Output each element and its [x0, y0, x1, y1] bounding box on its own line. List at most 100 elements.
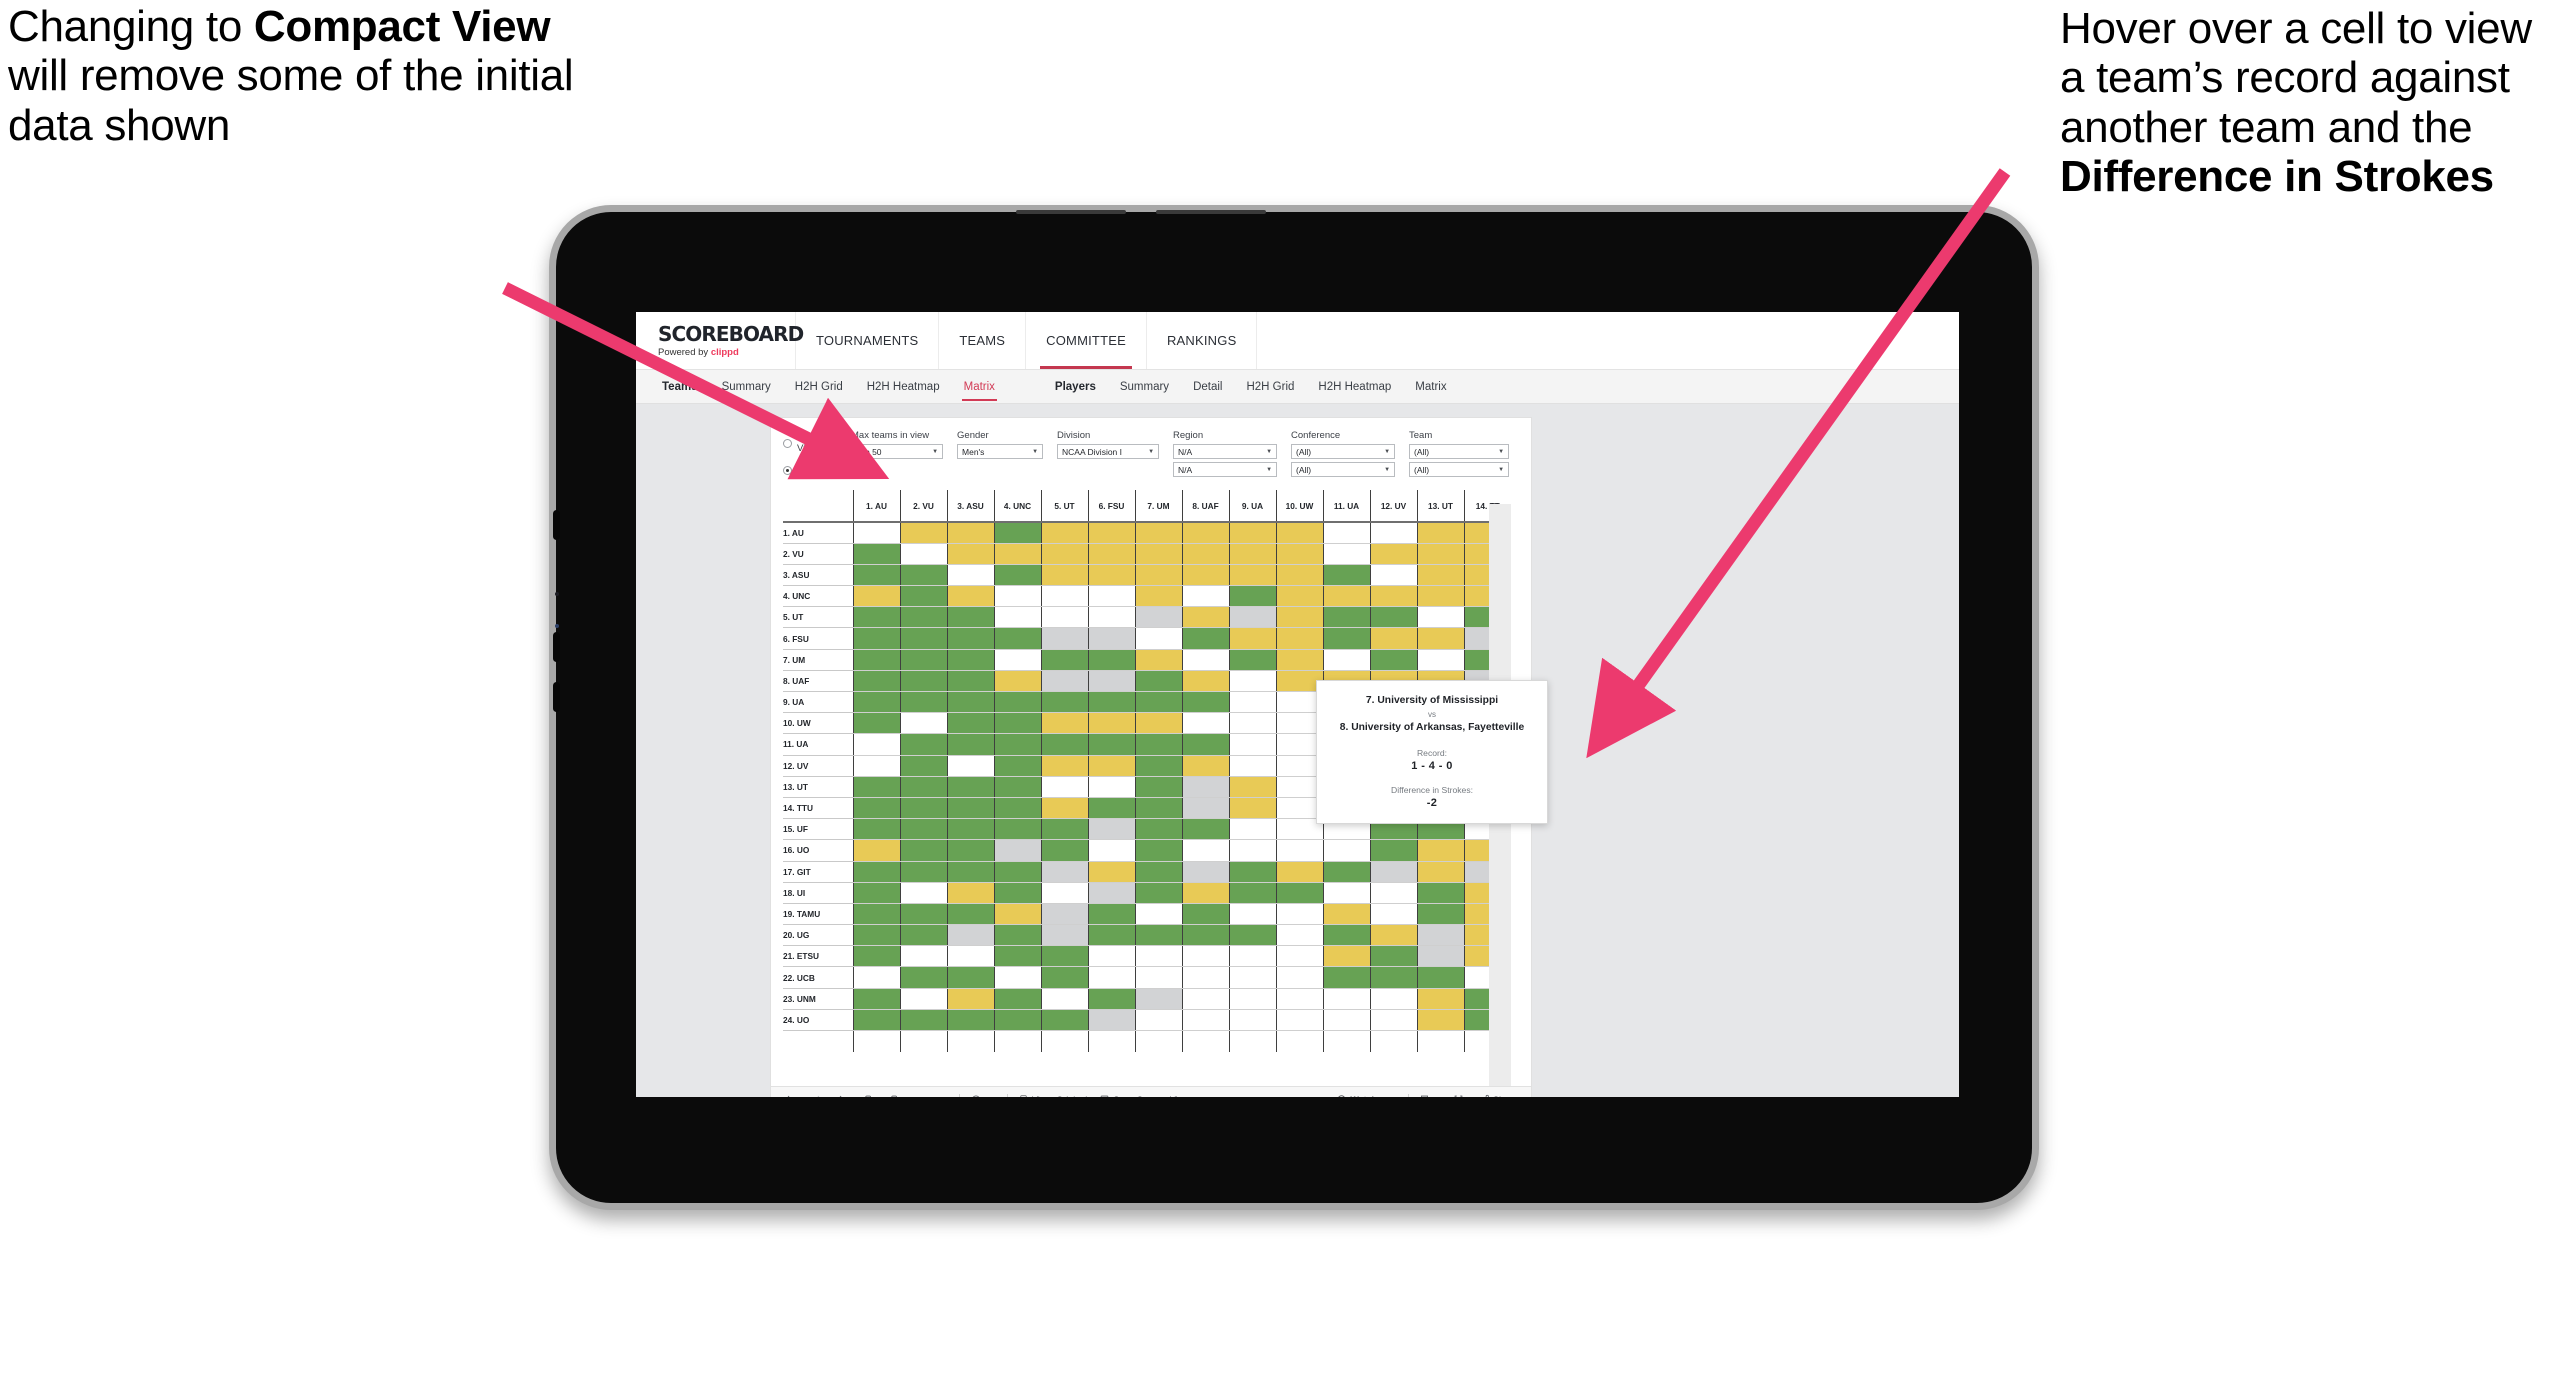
topnav-rankings[interactable]: RANKINGS — [1147, 312, 1258, 369]
matrix-cell[interactable] — [1181, 1009, 1229, 1032]
radio-full-view-icon[interactable] — [783, 438, 792, 448]
matrix-cell[interactable] — [1369, 1009, 1417, 1032]
matrix-cell[interactable] — [1369, 627, 1417, 650]
matrix-cell[interactable] — [899, 945, 947, 968]
matrix-cell[interactable] — [1275, 945, 1323, 968]
matrix-cell[interactable] — [946, 797, 994, 820]
pause-refresh-icon[interactable] — [863, 1094, 877, 1097]
matrix-cell[interactable] — [1275, 988, 1323, 1010]
subnav-teams-h2h-heatmap[interactable]: H2H Heatmap — [855, 381, 952, 393]
matrix-cell[interactable] — [899, 627, 947, 650]
matrix-cell[interactable] — [1228, 966, 1276, 989]
matrix-cell[interactable] — [1087, 649, 1135, 671]
fullscreen-button[interactable] — [1453, 1094, 1467, 1097]
matrix-cell[interactable] — [1228, 861, 1276, 883]
matrix-cell[interactable] — [1322, 966, 1370, 989]
matrix-cell[interactable] — [946, 585, 994, 608]
matrix-cell[interactable] — [1040, 797, 1088, 820]
matrix-cell[interactable] — [1134, 712, 1182, 735]
matrix-cell[interactable] — [946, 712, 994, 735]
matrix-cell[interactable] — [1040, 606, 1088, 629]
matrix-cell[interactable] — [1181, 966, 1229, 989]
matrix-cell[interactable] — [899, 733, 947, 756]
matrix-cell[interactable] — [1322, 945, 1370, 968]
device-layout-dropdown[interactable]: ▼ — [915, 1094, 937, 1098]
matrix-cell[interactable] — [1134, 627, 1182, 650]
matrix-cell[interactable] — [1134, 606, 1182, 629]
matrix-cell[interactable] — [1087, 945, 1135, 968]
matrix-cell[interactable] — [1228, 776, 1276, 798]
matrix-cell[interactable] — [946, 627, 994, 650]
matrix-cell[interactable] — [1228, 712, 1276, 735]
matrix-cell[interactable] — [1134, 903, 1182, 926]
matrix-cell[interactable] — [1040, 776, 1088, 798]
matrix-cell[interactable] — [1087, 966, 1135, 989]
matrix-cell[interactable] — [899, 966, 947, 989]
view-original-button[interactable]: View: Original — [1018, 1094, 1087, 1097]
matrix-cell[interactable] — [946, 839, 994, 862]
matrix-cell[interactable] — [1087, 839, 1135, 862]
matrix-cell[interactable] — [1322, 988, 1370, 1010]
matrix-cell[interactable] — [1040, 924, 1088, 947]
share-button[interactable]: Share — [1479, 1094, 1517, 1097]
matrix-cell[interactable] — [946, 649, 994, 671]
matrix-cell[interactable] — [852, 861, 900, 883]
matrix-cell[interactable] — [1040, 649, 1088, 671]
matrix-cell[interactable] — [899, 522, 947, 544]
matrix-cell[interactable] — [946, 543, 994, 565]
matrix-cell[interactable] — [1087, 712, 1135, 735]
matrix-cell[interactable] — [993, 797, 1041, 820]
matrix-cell[interactable] — [1228, 543, 1276, 565]
matrix-cell[interactable] — [993, 564, 1041, 587]
matrix-cell[interactable] — [946, 818, 994, 841]
matrix-cell[interactable] — [1181, 522, 1229, 544]
matrix-cell[interactable] — [1087, 733, 1135, 756]
matrix-cell[interactable] — [946, 691, 994, 714]
matrix-cell[interactable] — [899, 1009, 947, 1032]
matrix-cell[interactable] — [1040, 585, 1088, 608]
matrix-cell[interactable] — [1181, 924, 1229, 947]
matrix-cell[interactable] — [899, 712, 947, 735]
matrix-cell[interactable] — [1416, 585, 1464, 608]
matrix-cell[interactable] — [993, 755, 1041, 777]
matrix-cell[interactable] — [899, 903, 947, 926]
matrix-cell[interactable] — [1087, 543, 1135, 565]
matrix-cell[interactable] — [1040, 861, 1088, 883]
radio-compact-view-icon[interactable] — [783, 465, 792, 475]
matrix-cell[interactable] — [946, 988, 994, 1010]
subnav-teams-summary[interactable]: Summary — [710, 381, 783, 393]
matrix-cell[interactable] — [1040, 522, 1088, 544]
matrix-cell[interactable] — [946, 670, 994, 693]
matrix-cell[interactable] — [1040, 818, 1088, 841]
matrix-cell[interactable] — [1040, 988, 1088, 1010]
matrix-cell[interactable] — [993, 924, 1041, 947]
filter-gender-select[interactable]: Men's ▼ — [957, 444, 1044, 459]
matrix-cell[interactable] — [1369, 988, 1417, 1010]
matrix-cell[interactable] — [993, 861, 1041, 883]
matrix-cell[interactable] — [1040, 903, 1088, 926]
matrix-cell[interactable] — [1322, 564, 1370, 587]
matrix-cell[interactable] — [946, 903, 994, 926]
matrix-cell[interactable] — [1322, 522, 1370, 544]
matrix-cell[interactable] — [1040, 1009, 1088, 1032]
matrix-cell[interactable] — [1369, 882, 1417, 904]
matrix-cell[interactable] — [1416, 988, 1464, 1010]
matrix-cell[interactable] — [1181, 797, 1229, 820]
matrix-cell[interactable] — [1087, 776, 1135, 798]
matrix-cell[interactable] — [1416, 839, 1464, 862]
matrix-cell[interactable] — [1181, 839, 1229, 862]
matrix-cell[interactable] — [1228, 691, 1276, 714]
matrix-cell[interactable] — [1087, 924, 1135, 947]
matrix-cell[interactable] — [1322, 649, 1370, 671]
matrix-cell[interactable] — [993, 818, 1041, 841]
matrix-cell[interactable] — [852, 585, 900, 608]
matrix-cell[interactable] — [1322, 585, 1370, 608]
matrix-cell[interactable] — [1228, 903, 1276, 926]
device-button-power[interactable] — [553, 682, 560, 712]
matrix-cell[interactable] — [1369, 945, 1417, 968]
matrix-cell[interactable] — [1228, 924, 1276, 947]
matrix-cell[interactable] — [899, 861, 947, 883]
filter-region-select-1[interactable]: N/A ▼ — [1173, 444, 1278, 459]
matrix-cell[interactable] — [852, 564, 900, 587]
matrix-cell[interactable] — [1087, 988, 1135, 1010]
